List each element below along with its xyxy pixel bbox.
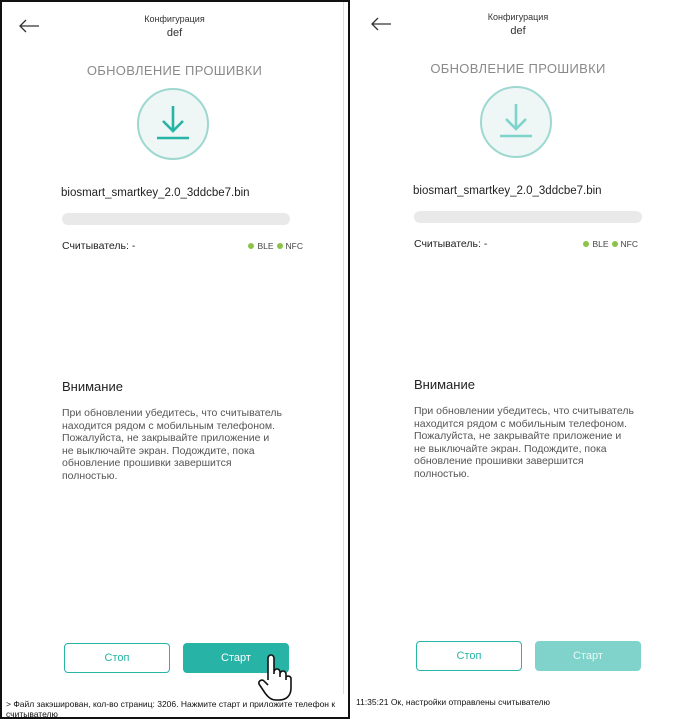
progress-bar (414, 211, 642, 223)
firmware-file-name: biosmart_smartkey_2.0_3ddcbe7.bin (413, 185, 602, 197)
ble-status-dot (583, 241, 590, 247)
ble-label: BLE (257, 241, 274, 251)
warning-title: Внимание (414, 377, 475, 392)
reader-label: Считыватель: - (62, 240, 136, 252)
header-subtitle: def (510, 25, 526, 37)
download-icon (136, 88, 209, 160)
hand-pointer-icon (256, 650, 292, 702)
stop-button[interactable]: Стоп (64, 643, 170, 673)
log-line: > Файл закэширован, кол-во страниц: 3206… (6, 699, 336, 719)
header-title: Конфигурация (144, 14, 205, 24)
warning-text: При обновлении убедитесь, что считывател… (414, 405, 634, 480)
page-title: ОБНОВЛЕНИЕ ПРОШИВКИ (86, 63, 263, 78)
screenshot-panel-left: Конфигурация def ОБНОВЛЕНИЕ ПРОШИВКИ bio… (0, 0, 350, 719)
connection-status: BLE NFC (583, 239, 638, 249)
nfc-status-dot (611, 241, 618, 247)
nfc-status-dot (276, 243, 283, 249)
page-title: ОБНОВЛЕНИЕ ПРОШИВКИ (430, 61, 606, 76)
progress-bar (62, 213, 290, 225)
reader-label: Считыватель: - (414, 238, 488, 250)
stop-button[interactable]: Стоп (416, 641, 522, 671)
warning-text: При обновлении убедитесь, что считывател… (62, 407, 282, 482)
warning-title: Внимание (62, 379, 123, 394)
header-title: Конфигурация (487, 12, 549, 22)
app-screen: Конфигурация def ОБНОВЛЕНИЕ ПРОШИВКИ bio… (6, 2, 344, 701)
ble-label: BLE (592, 239, 609, 249)
connection-status: BLE NFC (248, 241, 303, 251)
nfc-label: NFC (620, 239, 638, 249)
nfc-label: NFC (285, 241, 303, 251)
start-button[interactable]: Старт (535, 641, 641, 671)
firmware-file-name: biosmart_smartkey_2.0_3ddcbe7.bin (61, 187, 250, 199)
ble-status-dot (248, 243, 255, 249)
header-subtitle: def (166, 27, 183, 39)
app-screen: Конфигурация def ОБНОВЛЕНИЕ ПРОШИВКИ bio… (358, 0, 678, 692)
download-icon (480, 86, 552, 158)
screenshot-panel-right: Конфигурация def ОБНОВЛЕНИЕ ПРОШИВКИ bio… (352, 0, 684, 719)
log-line: 11:35:21 Ок, настройки отправлены считыв… (356, 697, 551, 707)
